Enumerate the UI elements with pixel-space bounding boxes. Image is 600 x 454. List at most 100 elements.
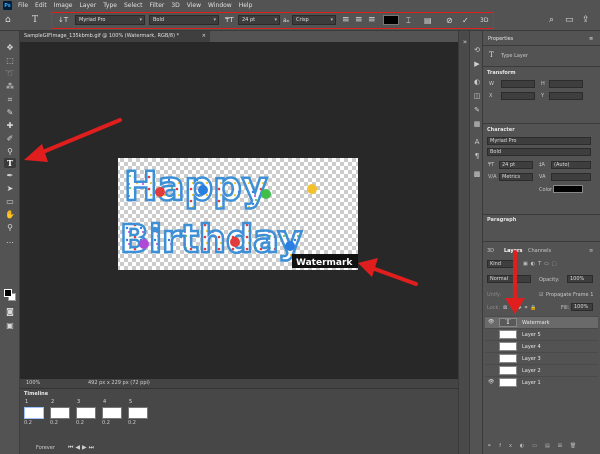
font-size-select[interactable]: 24 pt ▾ — [238, 15, 280, 25]
timeline-frame[interactable]: 2 0.2 — [48, 399, 70, 429]
properties-leading[interactable]: (Auto) — [551, 161, 591, 169]
menu-layer[interactable]: Layer — [79, 2, 96, 9]
font-family-select[interactable]: Myriad Pro ▾ — [75, 15, 145, 25]
character-panel-icon[interactable]: ▤ — [424, 15, 432, 26]
quick-mask-icon[interactable]: ◙ — [4, 307, 16, 317]
timeline-frame[interactable]: 4 0.2 — [100, 399, 122, 429]
cancel-icon[interactable]: ⊘ — [446, 15, 453, 26]
menu-window[interactable]: Window — [208, 2, 232, 9]
document-tab[interactable]: SampleGIFImage_135kbmb.gif @ 100% (Water… — [20, 31, 210, 42]
fill-field[interactable]: 100% — [571, 303, 593, 311]
menu-file[interactable]: File — [18, 2, 28, 9]
timeline-frame[interactable]: 3 0.2 — [74, 399, 96, 429]
layer-row[interactable]: Layer 4 — [485, 340, 598, 352]
properties-tab[interactable]: Properties — [488, 36, 513, 42]
character-icon[interactable]: A — [472, 137, 482, 147]
panel-menu-icon[interactable]: ≡ — [589, 36, 593, 42]
properties-tracking[interactable] — [551, 173, 591, 181]
hand-tool-icon[interactable]: ✋ — [4, 210, 16, 220]
timeline-frame[interactable]: 5 0.2 — [126, 399, 148, 429]
properties-font-family[interactable]: Myriad Pro — [487, 137, 591, 145]
properties-color-swatch[interactable] — [553, 185, 583, 193]
visibility-eye-icon[interactable]: 👁 — [488, 319, 494, 325]
menu-3d[interactable]: 3D — [171, 2, 179, 9]
layer-filter-kind[interactable]: Kind — [487, 260, 517, 268]
properties-font-style[interactable]: Bold — [487, 148, 591, 156]
path-select-tool-icon[interactable]: ➤ — [4, 184, 16, 194]
layer-filter-icons[interactable]: ▣◐T▭⬚ — [523, 261, 560, 267]
canvas-area[interactable]: Happy Birthday Watermark — [20, 42, 458, 379]
transform-width-field[interactable] — [501, 80, 535, 88]
layers-panel-menu-icon[interactable]: ≡ — [589, 248, 593, 254]
brushes-icon[interactable]: ✎ — [472, 105, 482, 115]
share-icon[interactable]: ⇪ — [582, 15, 590, 26]
properties-font-size[interactable]: 24 pt — [499, 161, 533, 169]
transform-y-field[interactable] — [549, 92, 583, 100]
commit-check-icon[interactable]: ✓ — [462, 15, 469, 26]
document-canvas[interactable]: Happy Birthday Watermark — [20, 42, 458, 379]
properties-kerning[interactable]: Metrics — [499, 173, 533, 181]
screen-mode-icon[interactable]: ▣ — [4, 321, 16, 331]
propagate-checkbox-icon[interactable]: ☑ — [539, 292, 543, 298]
transform-header[interactable]: Transform — [487, 70, 516, 76]
blend-mode-select[interactable]: Normal — [487, 275, 531, 283]
font-style-select[interactable]: Bold ▾ — [149, 15, 219, 25]
swatches-icon[interactable]: ▦ — [472, 119, 482, 129]
align-left-icon[interactable]: ≡ — [342, 15, 350, 26]
tab-channels[interactable]: Channels — [528, 248, 551, 254]
menu-select[interactable]: Select — [124, 2, 143, 9]
3d-text-icon[interactable]: 3D — [480, 15, 488, 26]
layer-row[interactable]: Layer 5 — [485, 328, 598, 340]
search-icon[interactable]: ⌕ — [549, 15, 554, 26]
menu-filter[interactable]: Filter — [150, 2, 165, 9]
stamp-tool-icon[interactable]: ⚲ — [4, 147, 16, 157]
menu-type[interactable]: Type — [103, 2, 117, 9]
menu-view[interactable]: View — [187, 2, 201, 9]
collapse-arrows-icon[interactable]: » — [460, 37, 470, 47]
marquee-tool-icon[interactable]: ⬚ — [4, 56, 16, 66]
close-tab-icon[interactable]: × — [202, 31, 206, 42]
brush-tool-icon[interactable]: ✐ — [4, 134, 16, 144]
align-right-icon[interactable]: ≡ — [368, 15, 376, 26]
workspace-icon[interactable]: ▭ — [565, 15, 574, 26]
watermark-text[interactable]: Watermark — [296, 258, 353, 268]
visibility-eye-icon[interactable]: 👁 — [488, 379, 494, 385]
tab-3d[interactable]: 3D — [487, 248, 494, 254]
warp-text-icon[interactable]: ⌶ — [406, 15, 411, 26]
eyedropper-tool-icon[interactable]: ✎ — [4, 108, 16, 118]
tab-layers[interactable]: Layers — [504, 248, 523, 254]
text-orientation-icon[interactable]: ↓T — [58, 15, 68, 26]
menu-edit[interactable]: Edit — [35, 2, 47, 9]
playback-controls-icon[interactable]: ⏮◀▶⏭ — [68, 444, 96, 452]
layer-row[interactable]: Layer 2 — [485, 364, 598, 376]
lasso-tool-icon[interactable]: ➰ — [4, 69, 16, 79]
healing-brush-tool-icon[interactable]: ✚ — [4, 121, 16, 131]
align-center-icon[interactable]: ≡ — [355, 15, 363, 26]
home-icon[interactable]: ⌂ — [5, 15, 11, 26]
paragraph-header[interactable]: Paragraph — [487, 217, 516, 223]
menu-help[interactable]: Help — [239, 2, 253, 9]
type-tool-preset-icon[interactable]: T — [32, 15, 38, 26]
zoom-level[interactable]: 100% — [26, 379, 40, 388]
glyphs-icon[interactable]: ▩ — [472, 169, 482, 179]
timeline-frame[interactable]: 1 0.2 — [22, 399, 44, 429]
quick-select-tool-icon[interactable]: ⁂ — [4, 82, 16, 92]
opacity-field[interactable]: 100% — [567, 275, 593, 283]
type-tool-icon[interactable]: T — [4, 158, 16, 168]
transform-height-field[interactable] — [549, 80, 583, 88]
adjustments-icon[interactable]: ◐ — [472, 77, 482, 87]
libraries-icon[interactable]: ◫ — [472, 91, 482, 101]
panel-collapse-strip[interactable]: » — [458, 31, 470, 454]
layers-footer-icons[interactable]: ⚭fx◐▭▤⊞🗑 — [487, 443, 584, 449]
lock-icons[interactable]: ⊠✎✥⌗🔒 — [503, 305, 540, 311]
transform-x-field[interactable] — [501, 92, 535, 100]
layer-row-watermark[interactable]: 👁 T Watermark — [485, 316, 598, 328]
more-tools-icon[interactable]: … — [4, 236, 16, 246]
move-tool-icon[interactable]: ✥ — [4, 43, 16, 53]
text-color-swatch[interactable] — [383, 15, 399, 25]
rectangle-tool-icon[interactable]: ▭ — [4, 197, 16, 207]
layer-row[interactable]: Layer 3 — [485, 352, 598, 364]
antialias-select[interactable]: Crisp ▾ — [292, 15, 336, 25]
layer-row[interactable]: 👁 Layer 1 — [485, 376, 598, 388]
menu-image[interactable]: Image — [54, 2, 73, 9]
